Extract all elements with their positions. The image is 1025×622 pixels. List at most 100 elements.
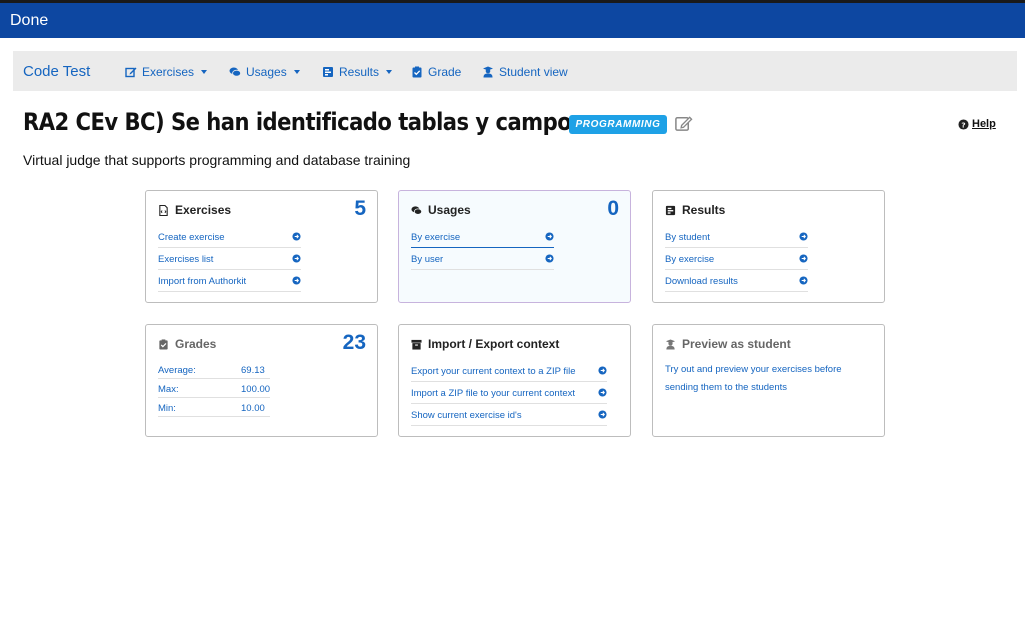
file-code-icon [159,204,168,216]
caret-down-icon [293,70,300,74]
grades-card: Grades 23 Average: 69.13 Max: 100.00 Min… [145,324,378,437]
clipboard-check-icon [412,66,422,78]
edit-title-icon[interactable] [674,114,693,133]
results-by-exercise-link[interactable]: By exercise [665,249,808,270]
usages-by-exercise-link[interactable]: By exercise [411,227,554,248]
link-label: By user [411,254,444,265]
grade-max-row: Max: 100.00 [158,380,270,398]
arrow-circle-right-icon [545,254,554,263]
done-button[interactable]: Done [10,12,48,30]
arrow-circle-right-icon [545,232,554,241]
question-circle-icon: ? [958,118,969,130]
link-label: Download results [665,276,738,287]
nav-student-view-label: Student view [499,65,568,79]
stat-label: Max: [158,384,179,395]
usages-by-user-link[interactable]: By user [411,249,554,270]
page-subtitle: Virtual judge that supports programming … [23,152,411,168]
nav-results[interactable]: Results [322,65,393,79]
exercises-card-title: Exercises [158,203,231,217]
help-label: Help [972,118,996,130]
exercises-card-label: Exercises [175,203,232,217]
grade-min-row: Min: 10.00 [158,399,270,417]
link-label: By student [665,232,710,243]
nav-usages-label: Usages [246,65,287,79]
help-link[interactable]: ? Help [958,118,996,130]
arrow-circle-right-icon [799,276,808,285]
nav-grade-label: Grade [428,65,462,79]
link-label: By exercise [411,232,461,243]
user-graduate-icon [665,338,676,350]
brand-title[interactable]: Code Test [23,63,90,80]
poll-icon [323,67,333,77]
arrow-circle-right-icon [598,410,607,419]
preview-card-title: Preview as student [665,337,791,351]
edit-icon [125,67,137,78]
grades-card-title: Grades [158,337,216,351]
import-export-card: Import / Export context Export your curr… [398,324,631,437]
nav-student-view[interactable]: Student view [482,65,568,79]
import-export-card-label: Import / Export context [428,337,560,351]
results-by-student-link[interactable]: By student [665,227,808,248]
import-export-card-title: Import / Export context [411,337,559,351]
results-card: Results By student By exercise Download … [652,190,885,303]
import-zip-link[interactable]: Import a ZIP file to your current contex… [411,383,607,404]
arrow-circle-right-icon [799,254,808,263]
results-card-label: Results [682,203,726,217]
usages-card-title: Usages [411,203,471,217]
preview-description: Try out and preview your exercises befor… [665,364,842,393]
link-label: Create exercise [158,232,225,243]
type-badge: PROGRAMMING [569,115,667,134]
link-label: Export your current context to a ZIP fil… [411,366,576,377]
results-card-title: Results [665,203,725,217]
user-graduate-icon [483,66,493,78]
page-title: RA2 CEv BC) Se han identificado tablas y… [23,108,591,136]
stat-value: 69.13 [241,365,265,376]
nav-usages[interactable]: Usages [229,65,300,79]
preview-card-label: Preview as student [682,337,791,351]
comments-icon [229,67,241,77]
link-label: Show current exercise id's [411,410,522,421]
exercises-card: Exercises 5 Create exercise Exercises li… [145,190,378,303]
nav-exercises-label: Exercises [142,65,195,79]
arrow-circle-right-icon [598,388,607,397]
link-label: Import a ZIP file to your current contex… [411,388,576,399]
nav-grade[interactable]: Grade [411,65,461,79]
arrow-circle-right-icon [292,254,301,263]
archive-icon [411,339,422,350]
caret-down-icon [201,70,208,74]
link-label: Exercises list [158,254,214,265]
svg-text:?: ? [961,120,965,129]
top-bar: Done [0,0,1025,38]
caret-down-icon [386,70,393,74]
grade-average-row: Average: 69.13 [158,361,270,379]
poll-icon [665,205,676,215]
download-results-link[interactable]: Download results [665,271,808,292]
export-zip-link[interactable]: Export your current context to a ZIP fil… [411,361,607,382]
exercises-list-link[interactable]: Exercises list [158,249,301,270]
link-label: Import from Authorkit [158,276,247,287]
preview-card[interactable]: Preview as student Try out and preview y… [652,324,885,437]
usages-count: 0 [607,197,619,220]
arrow-circle-right-icon [799,232,808,241]
arrow-circle-right-icon [292,276,301,285]
arrow-circle-right-icon [292,232,301,241]
link-label: By exercise [665,254,715,265]
create-exercise-link[interactable]: Create exercise [158,227,301,248]
stat-value: 100.00 [241,384,271,395]
clipboard-check-icon [159,338,168,350]
arrow-circle-right-icon [598,366,607,375]
import-authorkit-link[interactable]: Import from Authorkit [158,271,301,292]
comments-icon [411,205,422,215]
exercises-count: 5 [354,197,366,220]
grades-card-label: Grades [175,337,217,351]
usages-card: Usages 0 By exercise By user [398,190,631,303]
show-exercise-ids-link[interactable]: Show current exercise id's [411,405,607,426]
navbar: Code Test Exercises Usages Results Grade… [13,51,1017,91]
stat-label: Average: [158,365,196,376]
stat-label: Min: [158,403,176,414]
stat-value: 10.00 [241,403,265,414]
grades-count: 23 [342,331,366,354]
usages-card-label: Usages [428,203,471,217]
nav-results-label: Results [339,65,380,79]
nav-exercises[interactable]: Exercises [125,65,208,79]
